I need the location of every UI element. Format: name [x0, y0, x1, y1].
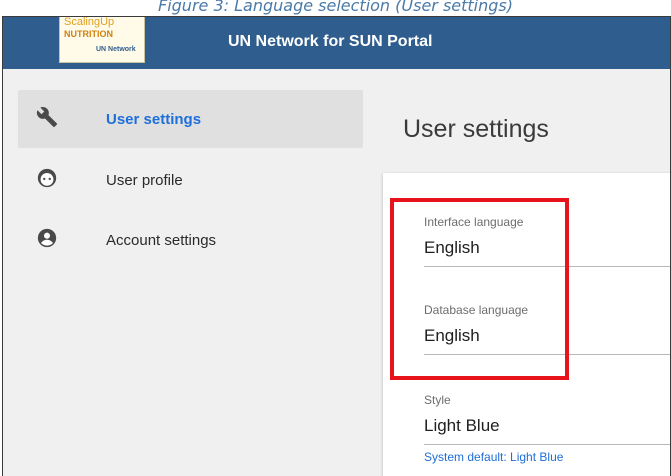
interface-language-value[interactable]: English — [424, 238, 670, 267]
settings-card: Interface language English Database lang… — [383, 173, 670, 476]
wrench-icon — [36, 106, 58, 128]
style-default-hint: System default: Light Blue — [424, 450, 564, 464]
database-language-select[interactable]: Database language English — [424, 303, 670, 355]
app-header: ScalingUp NUTRITION UN Network UN Networ… — [3, 17, 670, 69]
sidebar-item-label: User profile — [106, 172, 183, 189]
interface-language-label: Interface language — [424, 215, 524, 229]
face-icon — [36, 167, 58, 189]
sidebar-item-user-settings[interactable]: User settings — [18, 90, 363, 148]
settings-sidebar: User settings User profile Account setti… — [3, 69, 383, 476]
logo-text-line1: ScalingUp — [64, 16, 115, 28]
interface-language-select[interactable]: Interface language English — [424, 215, 670, 267]
account-circle-icon — [36, 227, 58, 249]
logo-text-line2: NUTRITION — [64, 29, 113, 39]
style-label: Style — [424, 393, 451, 407]
sidebar-item-label: Account settings — [106, 232, 217, 249]
sidebar-item-label: User settings — [106, 111, 202, 128]
logo-text-line3: UN Network — [96, 46, 136, 53]
style-value[interactable]: Light Blue — [424, 416, 670, 445]
database-language-label: Database language — [424, 303, 529, 317]
database-language-value[interactable]: English — [424, 326, 670, 355]
style-select[interactable]: Style Light Blue System default: Light B… — [424, 393, 670, 464]
page-title: User settings — [403, 115, 549, 143]
app-title: UN Network for SUN Portal — [228, 33, 433, 50]
scaling-up-nutrition-logo[interactable]: ScalingUp NUTRITION UN Network — [59, 16, 145, 63]
sidebar-item-user-profile[interactable]: User profile — [18, 151, 363, 209]
sidebar-item-account-settings[interactable]: Account settings — [18, 211, 363, 269]
app-window: ScalingUp NUTRITION UN Network UN Networ… — [2, 16, 671, 476]
